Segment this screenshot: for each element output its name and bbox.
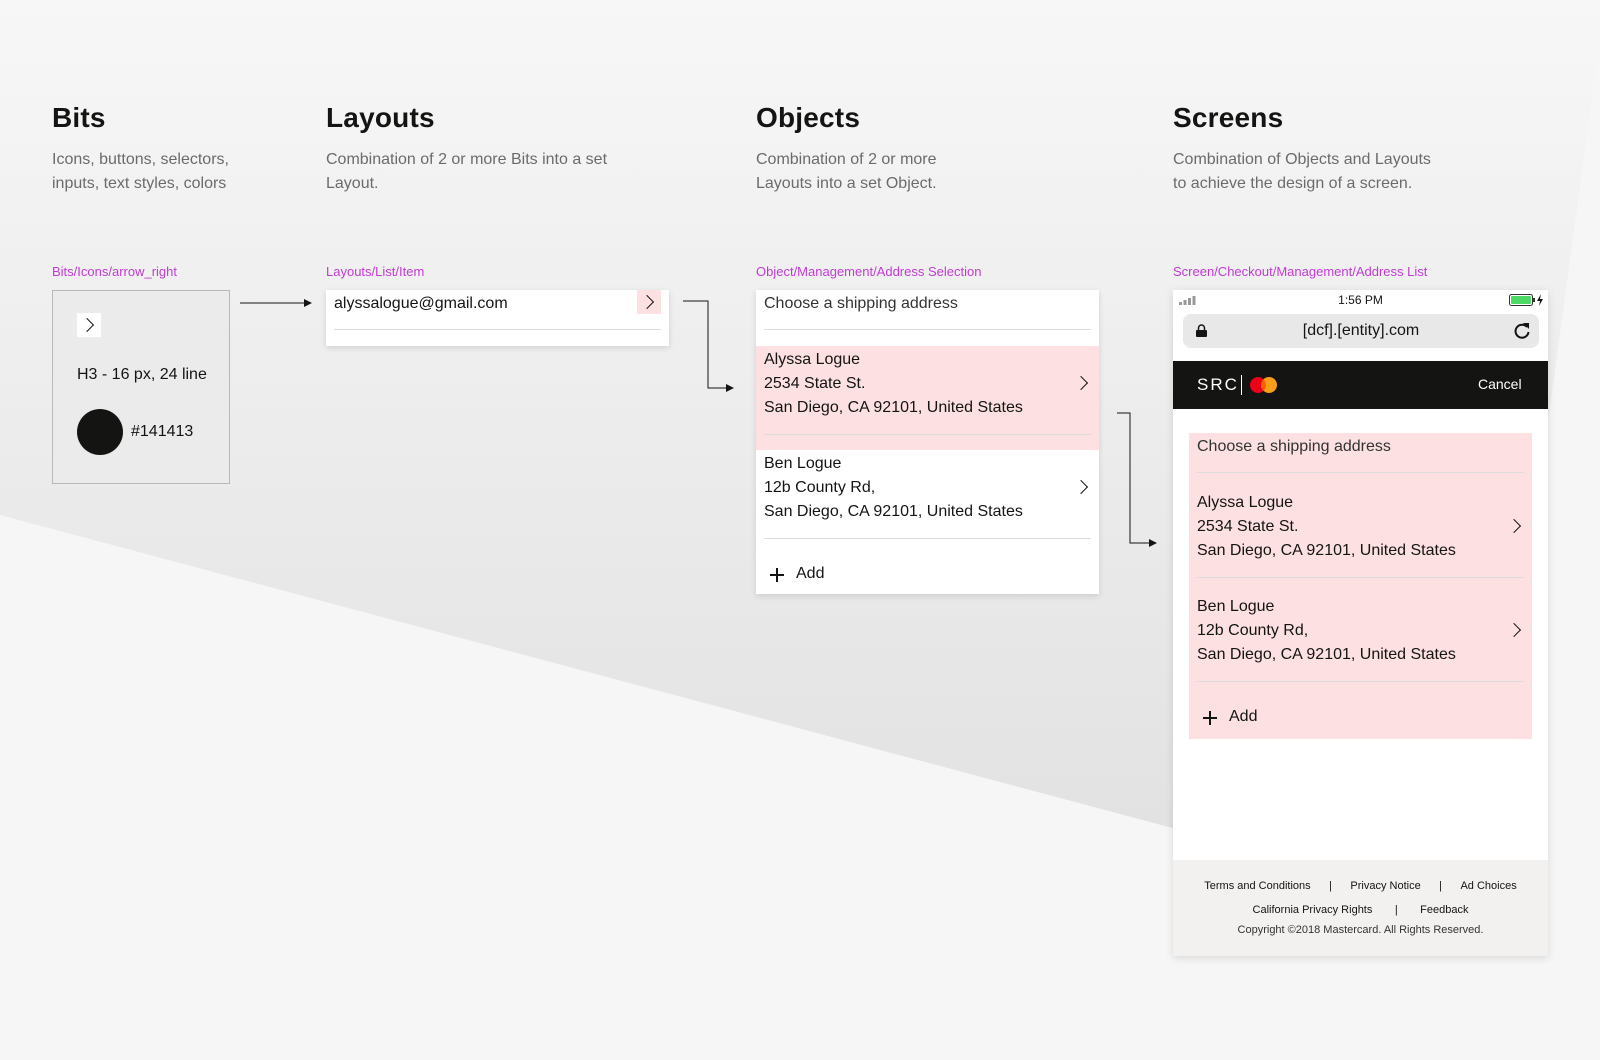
status-time: 1:56 PM [1338, 293, 1383, 307]
privacy-link[interactable]: Privacy Notice [1350, 880, 1420, 892]
brand-src: SRC [1197, 375, 1239, 394]
address-item[interactable]: Ben Logue 12b County Rd, San Diego, CA 9… [1189, 593, 1532, 697]
reload-icon[interactable] [1513, 322, 1531, 340]
address-name: Alyssa Logue [1197, 494, 1294, 511]
screens-tag: Screen/Checkout/Management/Address List [1173, 264, 1428, 279]
chevron-right-icon [1506, 622, 1522, 638]
plus-icon [770, 568, 784, 582]
chevron-right-icon [1073, 375, 1089, 391]
screens-title: Screens [1173, 102, 1284, 133]
chevron-right-icon [1073, 479, 1089, 495]
ca-privacy-link[interactable]: California Privacy Rights [1253, 904, 1373, 916]
section-heading: Choose a shipping address [764, 295, 958, 312]
status-bar: 1:56 PM [1173, 290, 1548, 310]
address-name: Ben Logue [764, 455, 842, 472]
address-item[interactable]: Ben Logue 12b County Rd, San Diego, CA 9… [756, 450, 1099, 554]
footer-links-row2: California Privacy Rights | Feedback [1173, 900, 1548, 918]
page-footer: Terms and Conditions | Privacy Notice | … [1173, 860, 1548, 956]
address-line1: 2534 State St. [764, 375, 866, 392]
connector-arrow [683, 300, 734, 392]
cancel-button[interactable]: Cancel [1478, 376, 1522, 392]
section-heading: Choose a shipping address [1197, 438, 1391, 455]
address-line1: 12b County Rd, [1197, 622, 1309, 639]
layouts-title: Layouts [326, 102, 435, 133]
address-line1: 12b County Rd, [764, 479, 876, 496]
address-name: Alyssa Logue [764, 351, 861, 368]
brand-divider [1241, 375, 1242, 395]
email-text: alyssalogue@gmail.com [334, 295, 508, 312]
plus-icon [1203, 711, 1217, 725]
address-selection-object: Choose a shipping address Alyssa Logue 2… [756, 290, 1099, 594]
add-label: Add [796, 565, 825, 582]
terms-link[interactable]: Terms and Conditions [1204, 880, 1310, 892]
layouts-description: Combination of 2 or more Bits into a set… [326, 151, 608, 192]
address-item[interactable]: Alyssa Logue 2534 State St. San Diego, C… [1189, 489, 1532, 593]
chevron-right-icon [77, 313, 101, 337]
layout-list-item: alyssalogue@gmail.com [326, 290, 669, 346]
add-address-button[interactable]: Add [1189, 697, 1532, 737]
objects-title: Objects [756, 102, 861, 133]
address-line2: San Diego, CA 92101, United States [1197, 542, 1456, 559]
connector-arrow [1117, 412, 1157, 547]
footer-separator: | [1394, 904, 1398, 916]
footer-links-row1: Terms and Conditions | Privacy Notice | … [1173, 876, 1548, 894]
address-line2: San Diego, CA 92101, United States [764, 503, 1023, 520]
url-text: [dcf].[entity].com [1302, 322, 1420, 339]
connector-arrow [240, 299, 312, 307]
address-name: Ben Logue [1197, 598, 1275, 615]
bits-description: Icons, buttons, selectors, inputs, text s… [52, 151, 229, 192]
feedback-link[interactable]: Feedback [1420, 904, 1468, 916]
bits-tag: Bits/Icons/arrow_right [52, 264, 177, 279]
battery-icon [1509, 294, 1543, 306]
objects-tag: Object/Management/Address Selection [756, 264, 982, 279]
screens-description: Combination of Objects and Layouts to ach… [1173, 151, 1431, 192]
address-selection-object: Choose a shipping address Alyssa Logue 2… [1189, 433, 1532, 739]
address-line2: San Diego, CA 92101, United States [1197, 646, 1456, 663]
footer-separator: | [1439, 880, 1443, 892]
app-header: SRC Cancel [1173, 361, 1548, 409]
objects-description: Combination of 2 or more Layouts into a s… [756, 151, 937, 192]
mastercard-logo [1250, 377, 1277, 393]
bits-title: Bits [52, 102, 106, 133]
address-line2: San Diego, CA 92101, United States [764, 399, 1023, 416]
url-bar[interactable]: [dcf].[entity].com [1183, 314, 1539, 348]
layouts-tag: Layouts/List/Item [326, 264, 425, 279]
ad-choices-link[interactable]: Ad Choices [1460, 880, 1516, 892]
chevron-right-icon [1506, 518, 1522, 534]
copyright: Copyright ©2018 Mastercard. All Rights R… [1237, 924, 1484, 936]
text-style-sample: H3 - 16 px, 24 line [77, 366, 207, 383]
chevron-right-icon[interactable] [637, 290, 661, 314]
add-label: Add [1229, 708, 1258, 725]
phone-screen: 1:56 PM [dcf].[entity].com SRC Cancel Ch… [1173, 290, 1548, 956]
color-swatch-label: #141413 [131, 423, 194, 440]
add-address-button[interactable]: Add [756, 554, 1099, 594]
bits-card: H3 - 16 px, 24 line #141413 [52, 290, 230, 484]
address-item[interactable]: Alyssa Logue 2534 State St. San Diego, C… [756, 346, 1099, 450]
footer-separator: | [1329, 880, 1332, 892]
color-swatch [77, 409, 123, 455]
address-line1: 2534 State St. [1197, 518, 1299, 535]
